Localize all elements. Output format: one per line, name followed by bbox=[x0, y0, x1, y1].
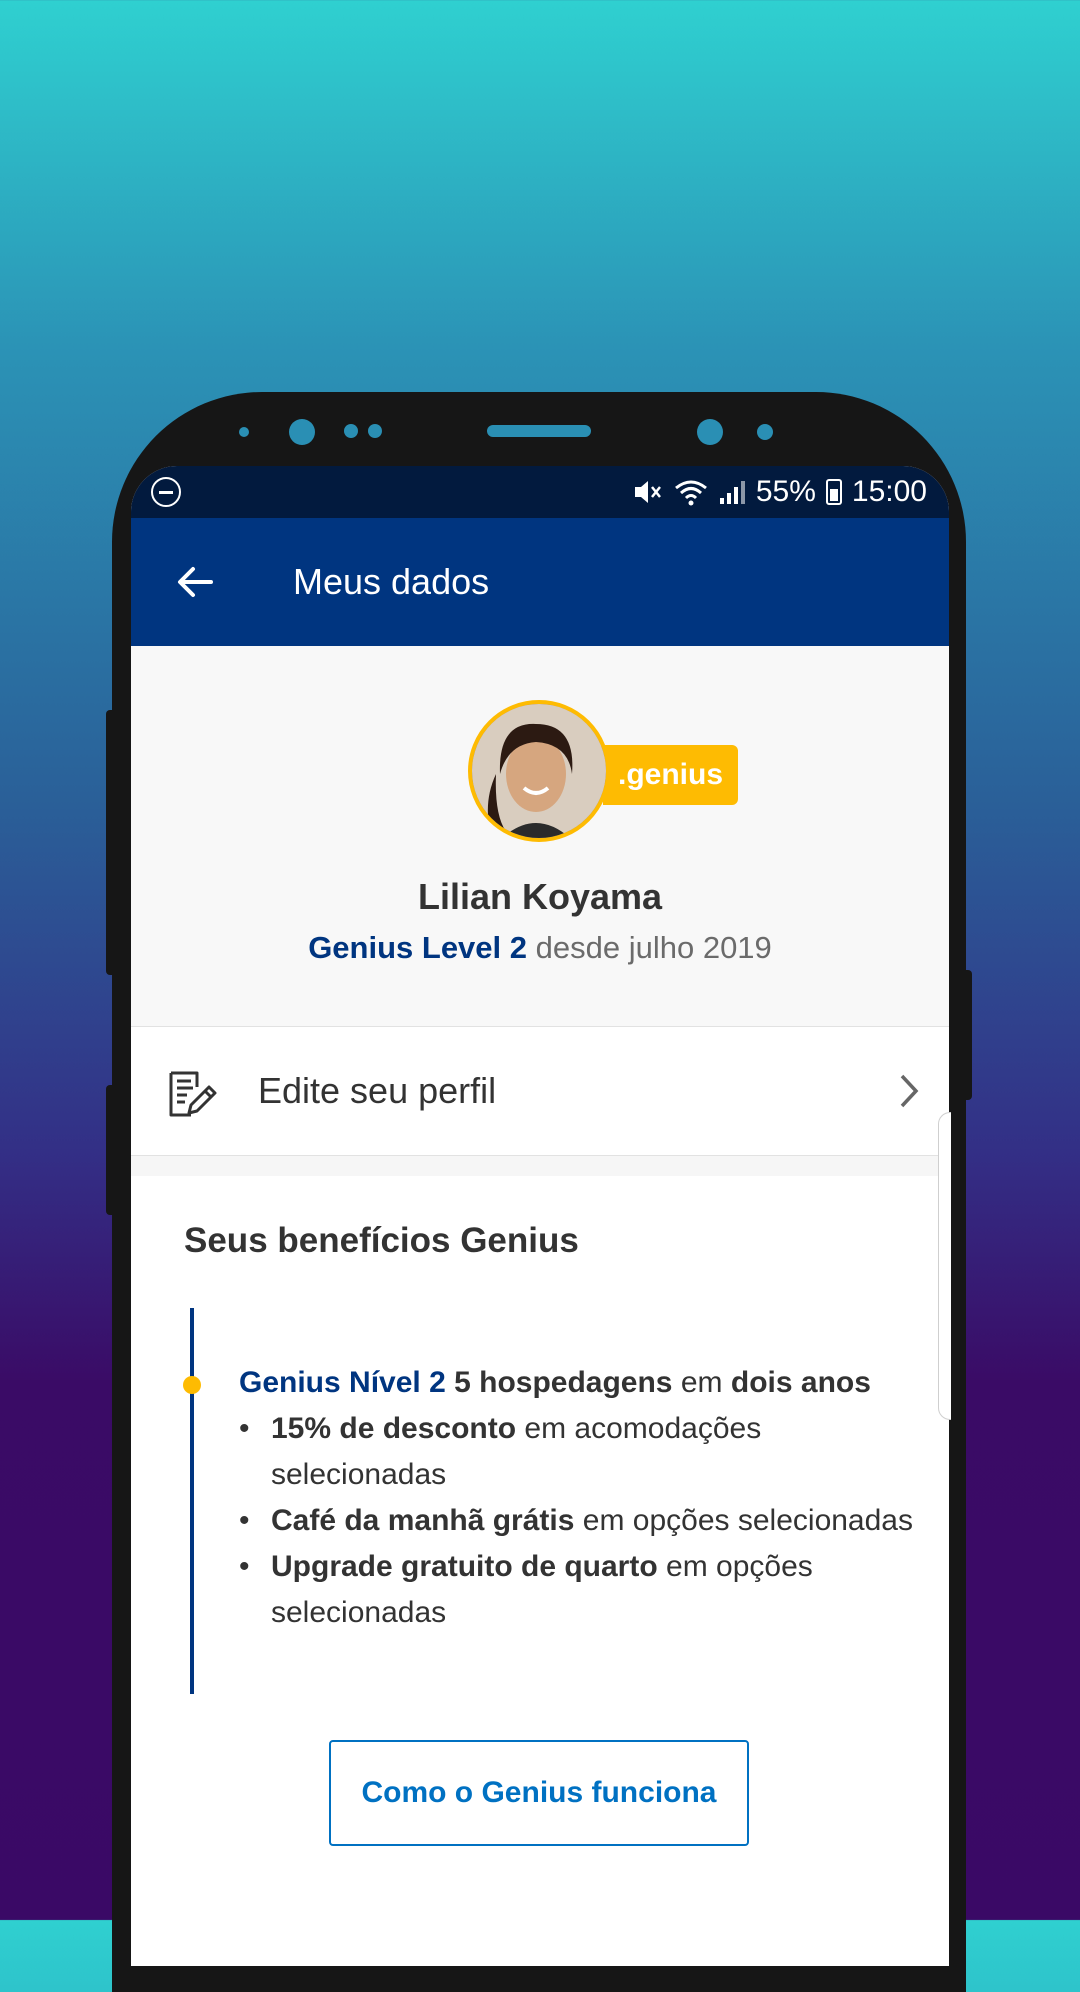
timeline-dot bbox=[183, 1376, 201, 1394]
sensor-dot bbox=[757, 424, 773, 440]
mute-icon bbox=[632, 478, 664, 506]
wifi-icon bbox=[674, 478, 708, 506]
how-genius-works-button[interactable]: Como o Genius funciona bbox=[329, 1740, 749, 1846]
benefit-list: • 15% de desconto em acomodações selecio… bbox=[239, 1406, 919, 1636]
clock: 15:00 bbox=[851, 475, 927, 508]
phone-screen: 55% 15:00 Meus dados .genius Lilian Koya… bbox=[131, 466, 949, 1966]
edit-profile-row[interactable]: Edite seu perfil bbox=[131, 1026, 949, 1156]
benefits-title: Seus benefícios Genius bbox=[184, 1221, 579, 1260]
bullet: • bbox=[239, 1412, 250, 1445]
avatar bbox=[468, 700, 610, 842]
front-camera bbox=[289, 419, 315, 445]
level-in: em bbox=[680, 1366, 723, 1399]
list-item: • Café da manhã grátis em opções selecio… bbox=[239, 1498, 919, 1544]
battery-icon bbox=[825, 479, 842, 505]
back-button[interactable] bbox=[131, 518, 259, 646]
bullet: • bbox=[239, 1550, 250, 1583]
battery-percent: 55% bbox=[755, 475, 816, 508]
benefit-highlight: Upgrade gratuito de quarto bbox=[271, 1550, 658, 1583]
sensor-dot bbox=[239, 427, 249, 437]
chevron-right-icon bbox=[897, 1071, 921, 1116]
genius-benefits-section: Seus benefícios Genius Genius Nível 2 5 … bbox=[131, 1176, 949, 1966]
sensor-dot bbox=[344, 424, 358, 438]
bullet: • bbox=[239, 1504, 250, 1537]
app-bar: Meus dados bbox=[131, 518, 949, 646]
sensor-dot bbox=[368, 424, 382, 438]
level-period: dois anos bbox=[730, 1366, 871, 1399]
signal-icon bbox=[718, 478, 746, 506]
page-title: Meus dados bbox=[293, 561, 490, 602]
edit-profile-label: Edite seu perfil bbox=[258, 1070, 497, 1111]
genius-badge-label: .genius bbox=[617, 758, 723, 791]
iris-scanner bbox=[697, 419, 723, 445]
benefit-detail: em opções selecionadas bbox=[582, 1504, 913, 1537]
genius-level: Genius Level 2 bbox=[308, 930, 528, 965]
list-item: • Upgrade gratuito de quarto em opções s… bbox=[239, 1544, 919, 1636]
do-not-disturb-icon bbox=[151, 477, 181, 507]
profile-name: Lilian Koyama bbox=[417, 876, 663, 917]
scrollbar[interactable] bbox=[938, 1112, 951, 1420]
member-since: desde julho 2019 bbox=[535, 930, 772, 965]
level-stays: 5 hospedagens bbox=[454, 1366, 673, 1399]
genius-level-line: Genius Level 2 desde julho 2019 bbox=[131, 930, 949, 966]
profile-header: .genius Lilian Koyama Genius Level 2 des… bbox=[131, 646, 949, 1026]
earpiece-speaker bbox=[487, 425, 591, 437]
level-name: Genius Nível 2 bbox=[239, 1366, 446, 1399]
status-bar: 55% 15:00 bbox=[131, 466, 949, 518]
genius-badge: .genius bbox=[603, 745, 738, 805]
timeline-line bbox=[190, 1308, 194, 1694]
arrow-left-icon bbox=[178, 567, 213, 597]
benefit-highlight: Café da manhã grátis bbox=[271, 1504, 575, 1537]
list-item: • 15% de desconto em acomodações selecio… bbox=[239, 1406, 919, 1498]
benefit-highlight: 15% de desconto bbox=[271, 1412, 517, 1445]
edit-document-icon bbox=[167, 1069, 219, 1124]
genius-level-requirement: Genius Nível 2 5 hospedagens em dois ano… bbox=[239, 1366, 871, 1400]
